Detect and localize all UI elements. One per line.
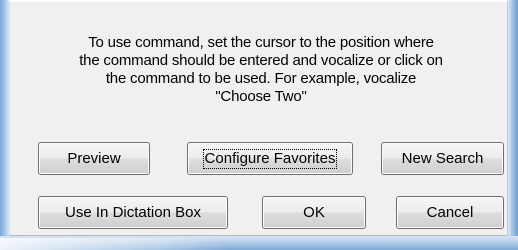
command-dialog: To use command, set the cursor to the po… xyxy=(9,0,508,236)
configure-favorites-button[interactable]: Configure Favorites xyxy=(187,142,353,175)
frame-highlight xyxy=(0,238,230,250)
configure-favorites-label: Configure Favorites xyxy=(202,149,338,169)
instruction-line: the command should be entered and vocali… xyxy=(79,52,443,69)
preview-button[interactable]: Preview xyxy=(38,142,150,175)
window-frame-right xyxy=(508,0,518,250)
instruction-text: To use command, set the cursor to the po… xyxy=(26,34,496,106)
use-in-dictation-box-button[interactable]: Use In Dictation Box xyxy=(38,196,228,229)
new-search-button[interactable]: New Search xyxy=(381,142,504,175)
window-frame-left xyxy=(0,0,9,250)
ok-button[interactable]: OK xyxy=(262,196,366,229)
instruction-line: To use command, set the cursor to the po… xyxy=(88,34,434,51)
instruction-line: "Choose Two" xyxy=(215,88,307,105)
instruction-line: the command to be used. For example, voc… xyxy=(105,70,417,87)
window-frame-bottom xyxy=(0,236,518,250)
cancel-button[interactable]: Cancel xyxy=(396,196,504,229)
